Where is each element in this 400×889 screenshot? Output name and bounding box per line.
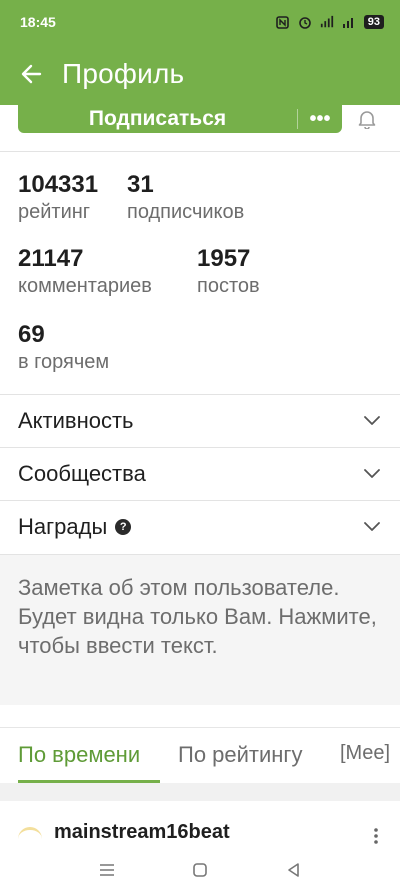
section-activity[interactable]: Активность [0,395,400,447]
stat-value: 69 [18,321,45,348]
more-options-button[interactable]: ••• [298,105,342,133]
chevron-down-icon [362,517,382,537]
stat-hot[interactable]: 69 в горячем [18,321,109,375]
battery-level: 93 [363,15,384,29]
stat-comments[interactable]: 21147 комментариев [18,245,152,299]
stat-value: 31 [127,171,154,198]
stat-value: 21147 [18,245,84,272]
help-icon[interactable]: ? [115,519,132,535]
status-icons: 93 [276,15,384,29]
stat-label: подписчиков [127,201,245,223]
section-label: Активность [18,408,134,433]
more-vert-icon[interactable] [368,827,384,845]
chevron-down-icon [362,411,382,431]
tab-by-time[interactable]: По времени [18,742,140,768]
status-bar: 18:45 93 [0,0,400,44]
avatar[interactable] [18,827,42,851]
page-title: Профиль [62,58,185,89]
bell-icon[interactable] [352,105,382,133]
stat-followers[interactable]: 31 подписчиков [127,171,244,225]
section-awards[interactable]: Награды ? [0,501,400,553]
stat-rating: 104331 рейтинг [18,171,98,225]
tab-by-rating[interactable]: По рейтингу [178,742,302,768]
nav-menu-icon[interactable] [87,856,127,884]
chevron-down-icon [362,464,382,484]
section-label: Награды ? [18,514,362,540]
nav-home-icon[interactable] [180,856,220,884]
profile-actions: Подписаться ••• [0,105,400,151]
signal-2-icon [342,15,356,29]
signal-icon [320,15,334,29]
stat-value: 104331 [18,171,99,198]
post-header: mainstream16beat [0,801,400,851]
feed-separator [0,783,400,801]
sort-tabs: По времени По рейтингу [Mee] [0,727,400,783]
tab-more[interactable]: [Mee] [340,742,390,765]
divider [0,151,400,152]
title-bar: Профиль [0,48,400,100]
post-author[interactable]: mainstream16beat [54,821,230,844]
app-bar: 18:45 93 Профиль [0,0,400,105]
stat-label: рейтинг [18,201,91,223]
stat-posts[interactable]: 1957 постов [197,245,260,299]
alarm-icon [298,15,312,29]
user-note-field[interactable]: Заметка об этом пользователе. Будет видн… [0,555,400,705]
subscribe-button[interactable]: Подписаться [18,105,297,133]
nfc-icon [276,15,290,29]
stat-label: комментариев [18,275,152,297]
back-arrow-icon[interactable] [0,48,62,100]
subscribe-group: Подписаться ••• [18,105,342,133]
section-label: Сообщества [18,461,146,486]
spacer [0,705,400,727]
stat-value: 1957 [197,245,251,272]
section-communities[interactable]: Сообщества [0,448,400,500]
system-nav-bar [0,851,400,889]
stat-label: постов [197,275,260,297]
stat-label: в горячем [18,351,110,373]
status-time: 18:45 [20,14,56,30]
section-label-text: Награды [18,514,108,539]
nav-back-icon[interactable] [273,856,313,884]
